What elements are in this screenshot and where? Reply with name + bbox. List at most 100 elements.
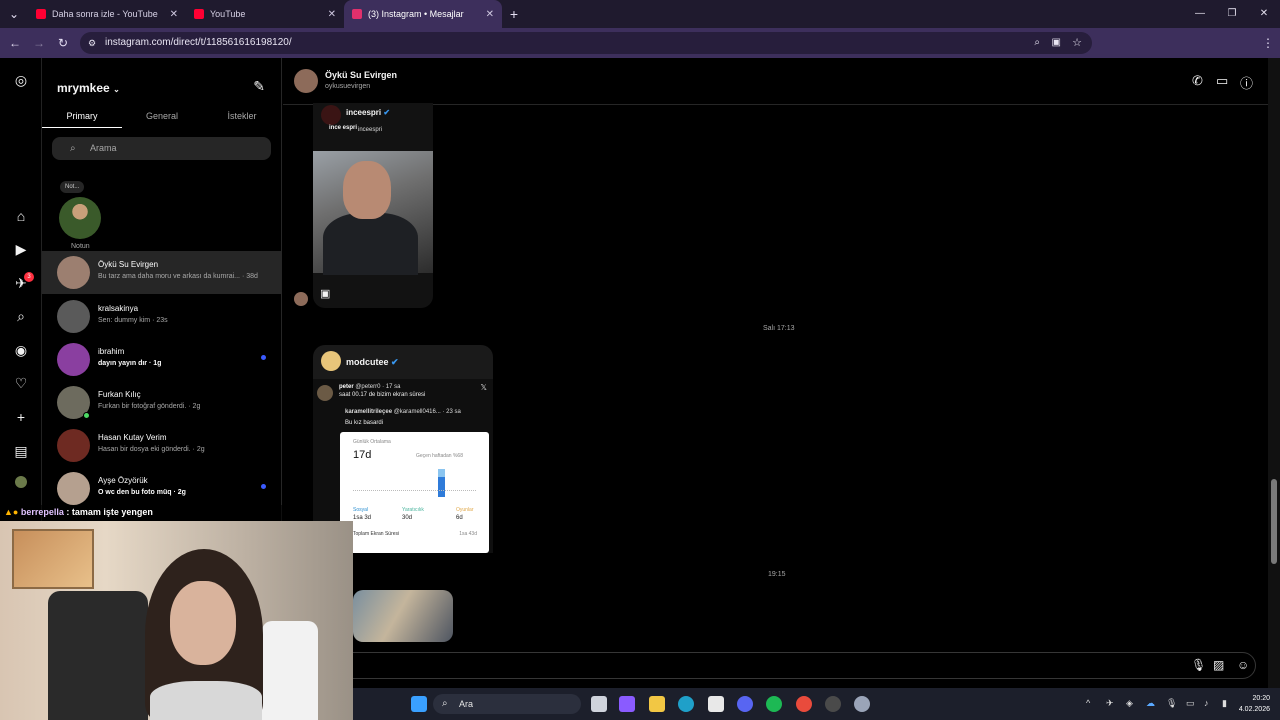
back-icon[interactable]: ← <box>3 36 27 50</box>
video-call-icon[interactable]: ▭ <box>1216 73 1228 89</box>
url-field[interactable]: ⚙ instagram.com/direct/t/118561616198120… <box>80 32 1092 54</box>
conversation-name: kralsakinya <box>98 304 139 313</box>
clock[interactable]: 20:20 4.02.2026 <box>1239 693 1270 715</box>
tab-primary[interactable]: Primary <box>42 104 122 128</box>
cast-icon[interactable]: ▣ <box>1052 32 1061 54</box>
minimize-icon[interactable]: — <box>1184 0 1216 28</box>
quote-author: karamellitrileçee @karamell0416... · 23 … <box>345 409 461 415</box>
chat-message: : tamam işte yengen <box>66 507 153 517</box>
account-switcher[interactable]: mrymkee ⌄ <box>57 81 120 95</box>
note-avatar[interactable] <box>59 197 101 239</box>
quote-text: Bu kız basardi <box>345 420 384 426</box>
reload-icon[interactable]: ↻ <box>51 36 75 50</box>
close-tab-icon[interactable]: ✕ <box>486 9 494 20</box>
conversation-item[interactable]: Öykü Su Evirgen Bu tarz ama daha moru ve… <box>42 251 282 294</box>
unread-dot <box>261 484 266 489</box>
contact-avatar[interactable] <box>294 69 318 93</box>
close-window-icon[interactable]: ✕ <box>1248 0 1280 28</box>
tray-app-icon[interactable]: ✈ <box>1106 698 1114 709</box>
file-explorer-icon[interactable] <box>649 696 665 712</box>
windows-start-icon[interactable] <box>411 696 427 712</box>
tab-general[interactable]: General <box>122 104 202 128</box>
search-placeholder: Arama <box>90 143 117 153</box>
tab-requests[interactable]: İstekler <box>202 104 282 128</box>
tray-overflow-icon[interactable]: ^ <box>1086 698 1090 708</box>
wall-painting <box>12 529 94 589</box>
close-tab-icon[interactable]: ✕ <box>328 9 336 20</box>
volume-icon[interactable]: ♪ <box>1204 698 1209 708</box>
forward-icon[interactable]: → <box>27 36 51 50</box>
phone-call-icon[interactable]: ✆ <box>1192 73 1203 89</box>
network-icon[interactable]: ▭ <box>1186 698 1195 709</box>
close-tab-icon[interactable]: ✕ <box>170 9 178 20</box>
sticker-icon[interactable]: ☺ <box>1237 658 1249 672</box>
microphone-icon[interactable]: 🎙 <box>1191 658 1206 672</box>
store-icon[interactable] <box>708 696 724 712</box>
reels-icon[interactable]: ▶ <box>12 240 30 258</box>
verified-badge-icon: ✔ <box>391 357 399 367</box>
youtube-icon <box>194 9 204 19</box>
browser-menu-icon[interactable]: ⋮ <box>1256 36 1280 50</box>
message-composer[interactable]: 🎙 ▨ ☺ <box>296 652 1256 679</box>
person-shirt <box>150 681 262 720</box>
search-input[interactable]: ⌕ Arama <box>52 137 271 160</box>
taskbar-search[interactable]: ⌕ Ara <box>433 694 581 714</box>
dashboard-icon[interactable]: ▤ <box>12 442 30 460</box>
copilot-icon[interactable] <box>619 696 635 712</box>
tray-steam-icon[interactable]: ◈ <box>1126 698 1133 709</box>
restore-icon[interactable]: ❐ <box>1216 0 1248 28</box>
notifications-heart-icon[interactable]: ♡ <box>12 374 30 392</box>
new-tab-button[interactable]: + <box>502 6 526 22</box>
tab-search-icon[interactable]: ⌄ <box>0 7 28 21</box>
note-bubble[interactable]: Not... <box>60 181 85 193</box>
mic-stand <box>262 621 318 720</box>
account-avatar <box>321 351 341 371</box>
quote-user: karamellitrileçee <box>345 409 393 415</box>
bookmark-star-icon[interactable]: ☆ <box>1072 32 1082 54</box>
conversation-item[interactable]: Furkan Kılıç Furkan bir fotoğraf gönderd… <box>42 381 282 424</box>
conversation-item[interactable]: ibrahim dayın yayın dır · 1g <box>42 338 282 381</box>
conversation-item[interactable]: Ayşe Özyörük O wc den bu foto müq · 2g <box>42 467 282 510</box>
settings-gear-icon[interactable] <box>854 696 870 712</box>
category-value: 30d <box>402 515 413 521</box>
person-body <box>323 213 418 275</box>
image-upload-icon[interactable]: ▨ <box>1213 658 1224 672</box>
search-icon[interactable]: ⌕ <box>12 307 30 325</box>
chrome-icon[interactable] <box>796 696 812 712</box>
tab-youtube[interactable]: YouTube ✕ <box>186 0 344 28</box>
info-icon[interactable]: ⓘ <box>1240 73 1253 92</box>
instagram-logo-icon[interactable]: ◎ <box>12 71 30 89</box>
profile-icon[interactable] <box>15 476 27 488</box>
shared-account-name: modcutee ✔ <box>346 357 399 368</box>
shared-reel-message[interactable]: inceespri ✔ ince espri inceespri ▣ <box>313 103 433 308</box>
quote-handle: @karamell0416... · 23 sa <box>393 409 461 415</box>
category-label: Yaratıcılık <box>402 507 424 513</box>
scrollbar[interactable] <box>1268 58 1280 688</box>
category-label: Oyunlar <box>456 507 474 513</box>
battery-icon[interactable]: ▮ <box>1222 698 1227 709</box>
onedrive-icon[interactable]: ☁ <box>1146 698 1155 709</box>
task-view-icon[interactable] <box>591 696 607 712</box>
tab-watch-later[interactable]: Daha sonra izle - YouTube ✕ <box>28 0 186 28</box>
tray-mic-icon[interactable]: 🎙 <box>1166 698 1177 709</box>
usage-bar <box>438 477 445 497</box>
conversation-item[interactable]: Hasan Kutay Verim Hasan bir dosya eki gö… <box>42 424 282 467</box>
chevron-down-icon: ⌄ <box>113 85 120 94</box>
discord-icon[interactable] <box>737 696 753 712</box>
obs-icon[interactable] <box>825 696 841 712</box>
site-info-icon[interactable]: ⚙ <box>88 32 96 54</box>
create-plus-icon[interactable]: + <box>12 408 30 426</box>
conversation-item[interactable]: kralsakinya Sen: dummy kim · 23s <box>42 295 282 338</box>
new-message-icon[interactable]: ✎ <box>253 78 265 95</box>
zoom-icon[interactable]: ⌕ <box>1034 32 1040 54</box>
username-label: mrymkee <box>57 81 110 95</box>
scrollbar-thumb[interactable] <box>1271 479 1277 564</box>
edge-icon[interactable] <box>678 696 694 712</box>
shared-photo-message[interactable] <box>353 590 453 642</box>
account-name-text: inceespri <box>346 108 382 117</box>
home-icon[interactable]: ⌂ <box>12 207 30 225</box>
contact-name[interactable]: Öykü Su Evirgen <box>325 70 397 80</box>
explore-icon[interactable]: ◉ <box>12 341 30 359</box>
tab-instagram[interactable]: (3) Instagram • Mesajlar ✕ <box>344 0 502 28</box>
spotify-icon[interactable] <box>766 696 782 712</box>
